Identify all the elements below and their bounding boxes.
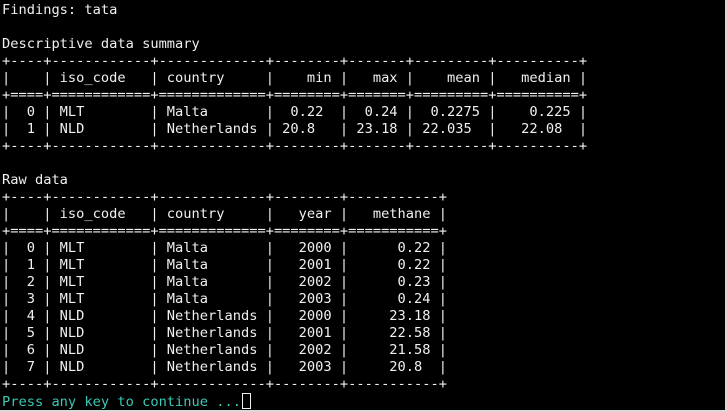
raw-table-line: +----+------------+-------------+-------… bbox=[2, 189, 447, 205]
raw-table-line: +====+============+=============+=======… bbox=[2, 223, 447, 239]
summary-table-line: +====+============+=============+=======… bbox=[2, 87, 588, 103]
summary-table-row: | 1 | NLD | Netherlands | 20.8 | 23.18 |… bbox=[2, 121, 588, 137]
raw-table-row: | 7 | NLD | Netherlands | 2003 | 20.8 | bbox=[2, 359, 447, 375]
raw-data-heading: Raw data bbox=[2, 172, 68, 188]
raw-table-header: | | iso_code | country | year | methane … bbox=[2, 206, 447, 222]
continue-prompt-text: Press any key to continue ... bbox=[2, 394, 241, 410]
raw-table-row: | 4 | NLD | Netherlands | 2000 | 23.18 | bbox=[2, 308, 447, 324]
terminal-window[interactable]: Findings: tata Descriptive data summary … bbox=[0, 0, 727, 412]
summary-table-line: +----+------------+-------------+-------… bbox=[2, 138, 588, 154]
continue-prompt: Press any key to continue ... bbox=[2, 393, 251, 410]
summary-heading: Descriptive data summary bbox=[2, 36, 200, 52]
summary-table-row: | 0 | MLT | Malta | 0.22 | 0.24 | 0.2275… bbox=[2, 104, 588, 120]
raw-table-row: | 2 | MLT | Malta | 2002 | 0.23 | bbox=[2, 274, 447, 290]
summary-table-header: | | iso_code | country | min | max | mea… bbox=[2, 70, 588, 86]
raw-table-row: | 6 | NLD | Netherlands | 2002 | 21.58 | bbox=[2, 342, 447, 358]
raw-table-row: | 0 | MLT | Malta | 2000 | 0.22 | bbox=[2, 240, 447, 256]
findings-title: Findings: tata bbox=[2, 2, 118, 18]
raw-table-line: +----+------------+-------------+-------… bbox=[2, 376, 447, 392]
raw-table-row: | 3 | MLT | Malta | 2003 | 0.24 | bbox=[2, 291, 447, 307]
raw-table-row: | 5 | NLD | Netherlands | 2001 | 22.58 | bbox=[2, 325, 447, 341]
raw-table-row: | 1 | MLT | Malta | 2001 | 0.22 | bbox=[2, 257, 447, 273]
text-cursor[interactable] bbox=[241, 393, 251, 409]
summary-table-line: +----+------------+-------------+-------… bbox=[2, 53, 588, 69]
